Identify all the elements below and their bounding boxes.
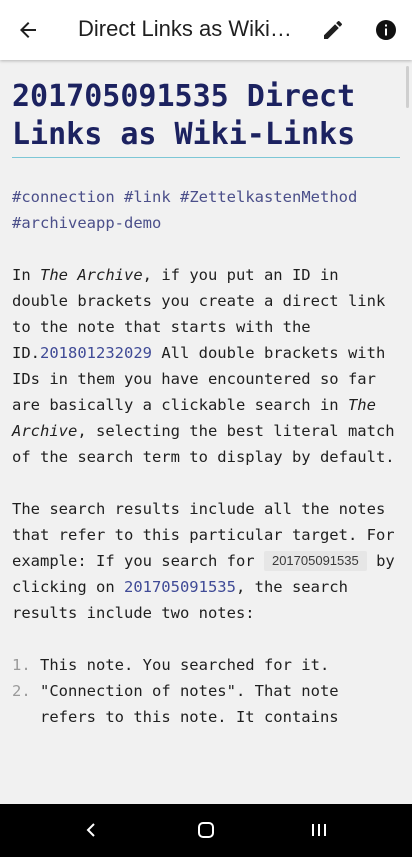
edit-button[interactable]	[309, 6, 357, 54]
list-text: "Connection of notes". That note refers …	[40, 682, 339, 726]
app-bar: Direct Links as Wiki-Links	[0, 0, 412, 60]
nav-recents-icon	[312, 824, 326, 836]
nav-recents-button[interactable]	[289, 810, 349, 850]
arrow-back-icon	[20, 22, 36, 38]
tag-list: #connection #link #ZettelkastenMethod #a…	[12, 184, 400, 236]
info-icon	[376, 20, 396, 40]
paragraph-1: In The Archive, if you put an ID in doub…	[12, 262, 400, 470]
pencil-icon	[324, 20, 343, 39]
back-button[interactable]	[4, 6, 52, 54]
note-heading: 201705091535 Direct Links as Wiki-Links	[12, 78, 400, 158]
note-title-bar: Direct Links as Wiki-Links	[78, 16, 296, 41]
nav-home-icon	[198, 822, 214, 838]
scrollbar[interactable]	[406, 66, 409, 108]
system-nav-bar	[0, 804, 412, 857]
list-number: 2.	[12, 682, 31, 700]
note-content[interactable]: 201705091535 Direct Links as Wiki-Links …	[0, 60, 412, 804]
tag-archiveapp-demo[interactable]: #archiveapp-demo	[12, 214, 161, 232]
nav-home-button[interactable]	[176, 810, 236, 850]
tag-connection[interactable]: #connection	[12, 188, 115, 206]
tag-zettelkastenmethod[interactable]: #ZettelkastenMethod	[180, 188, 357, 206]
nav-back-icon	[86, 823, 95, 837]
list-number: 1.	[12, 656, 31, 674]
list-text: This note. You searched for it.	[40, 656, 330, 674]
tag-link[interactable]: #link	[124, 188, 171, 206]
ordered-list: 1. This note. You searched for it. 2. "Con…	[12, 652, 400, 730]
nav-back-button[interactable]	[61, 810, 121, 850]
note-link-201801232029[interactable]: 201801232029	[40, 344, 152, 362]
app-name-emphasis: The Archive	[40, 266, 143, 284]
list-item: 2. "Connection of notes". That note refer…	[12, 678, 400, 730]
note-link-201705091535[interactable]: 201705091535	[124, 578, 236, 596]
text: In	[12, 266, 40, 284]
list-item: 1. This note. You searched for it.	[12, 652, 400, 678]
paragraph-2: The search results include all the notes…	[12, 496, 400, 626]
inline-code: 201705091535	[263, 551, 367, 571]
info-button[interactable]	[362, 6, 410, 54]
